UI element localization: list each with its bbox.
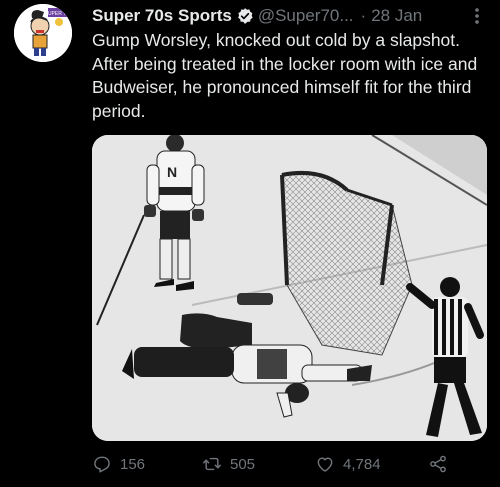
retweet-button[interactable]: 505 [202,454,315,474]
avatar[interactable]: SUPER 70s [14,4,72,62]
retweet-count: 505 [230,455,256,473]
svg-text:N: N [167,164,177,180]
heart-icon [317,457,333,472]
retweet-icon [202,457,222,471]
reply-icon [94,456,110,473]
reply-button[interactable]: 156 [92,454,202,474]
verified-badge-icon [236,7,254,25]
like-button[interactable]: 4,784 [315,454,428,474]
tweet[interactable]: SUPER 70s Super 70s Sports @Super70... ·… [0,0,500,487]
timestamp[interactable]: 28 Jan [371,6,422,26]
handle[interactable]: @Super70... [258,6,354,26]
avatar-image: SUPER 70s [14,4,72,62]
tweet-header: Super 70s Sports @Super70... · 28 Jan [92,4,486,28]
avatar-logo-text: SUPER 70s [45,11,72,17]
tweet-photo[interactable]: N [92,135,487,441]
like-count: 4,784 [343,455,381,473]
separator-dot: · [360,6,367,25]
display-name[interactable]: Super 70s Sports [92,6,232,26]
share-button[interactable] [428,454,448,474]
more-vertical-icon[interactable] [468,6,486,31]
tweet-actions: 156 505 4,784 [92,452,487,476]
reply-count: 156 [120,455,146,473]
tweet-text: Gump Worsley, knocked out cold by a slap… [92,30,478,121]
share-icon [430,455,446,473]
hockey-photo: N [92,135,487,441]
